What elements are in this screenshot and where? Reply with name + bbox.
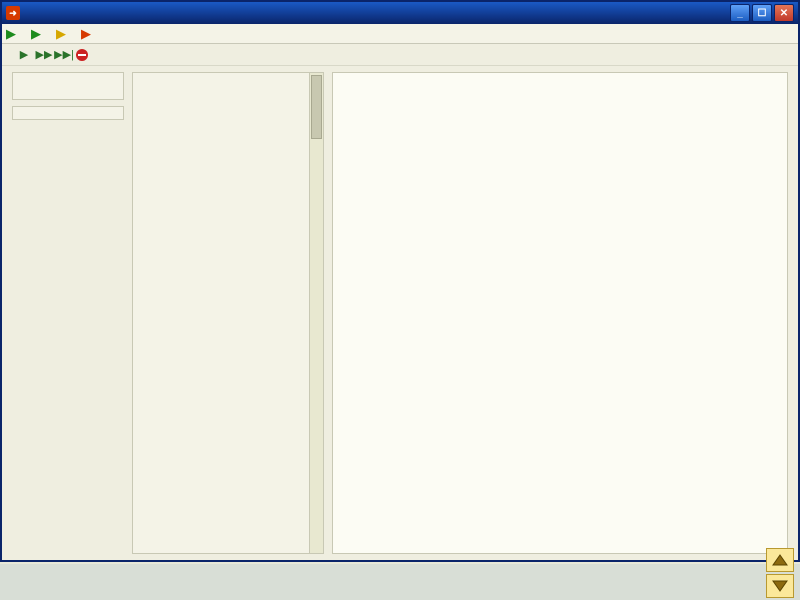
skip-icon[interactable]: ▶▶| — [56, 47, 72, 63]
fast-forward-icon[interactable]: ▶▶ — [36, 47, 52, 63]
nav-down-button[interactable] — [766, 574, 794, 598]
nav-up-button[interactable] — [766, 548, 794, 572]
page-footer — [0, 564, 800, 600]
stats-panel — [12, 106, 124, 120]
maximize-button[interactable]: ☐ — [752, 4, 772, 22]
close-button[interactable]: ✕ — [774, 4, 794, 22]
commands-panel — [12, 72, 124, 100]
execution-canvas — [332, 72, 788, 554]
stop-icon[interactable] — [76, 49, 88, 61]
menu-debug[interactable]: ▶ — [56, 27, 69, 40]
minimize-button[interactable]: _ — [730, 4, 750, 22]
app-icon: ➜ — [6, 6, 20, 20]
menu-dev[interactable]: ▶ — [31, 27, 44, 40]
scroll-thumb[interactable] — [311, 75, 322, 139]
toolbar: ▶ ▶▶ ▶▶| — [2, 44, 798, 66]
menu-bar: ▶ ▶ ▶ ▶ — [2, 24, 798, 44]
code-scrollbar[interactable] — [310, 72, 324, 554]
ctrl-title — [17, 89, 119, 95]
triangle-up-icon — [772, 554, 788, 566]
title-bar: ➜ _ ☐ ✕ — [2, 2, 798, 24]
menu-start[interactable]: ▶ — [6, 27, 19, 40]
menu-help[interactable]: ▶ — [81, 27, 94, 40]
play-icon[interactable]: ▶ — [16, 47, 32, 63]
code-editor[interactable] — [132, 72, 310, 554]
triangle-down-icon — [772, 580, 788, 592]
